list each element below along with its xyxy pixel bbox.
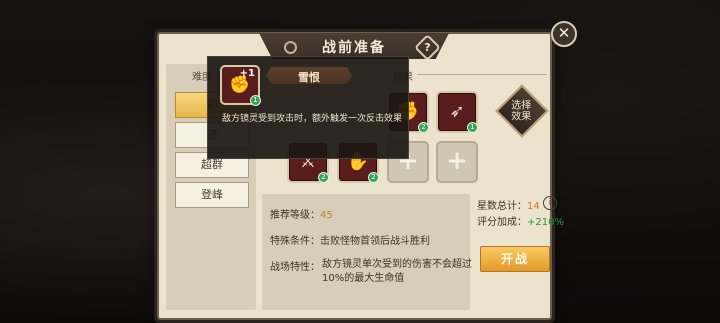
start-battle-button[interactable]: 开战: [480, 246, 550, 272]
score-bonus: 评分加成：+210%: [477, 213, 564, 228]
tooltip-plus: +1: [239, 68, 255, 79]
score-bonus-value: +210%: [527, 217, 564, 228]
recommended-level-value: 45: [320, 210, 333, 221]
effect-slot-2[interactable]: ➶ 1: [436, 91, 478, 133]
title-ornament-icon: [284, 41, 297, 54]
plus-icon: +: [446, 146, 468, 176]
level-badge: 1: [250, 95, 261, 106]
score-stats: 星数总计：14 i 评分加成：+210%: [473, 194, 564, 230]
stage-info-panel: 推荐等级：45 特殊条件：击败怪物首领后战斗胜利 战场特性： 敌方镜灵单次受到的…: [262, 194, 472, 310]
field-trait-label: 战场特性：: [270, 262, 320, 273]
special-condition: 特殊条件：击败怪物首领后战斗胜利: [270, 232, 430, 247]
level-badge: 2: [418, 122, 429, 133]
info-icon[interactable]: i: [543, 196, 557, 210]
tooltip-effect-icon: ✊ +1 1: [220, 65, 261, 106]
level-badge: 1: [467, 122, 478, 133]
empty-effect-slot-2[interactable]: +: [436, 141, 478, 183]
field-trait: 战场特性： 敌方镜灵单次受到的伤害不会超过10%的最大生命值: [270, 258, 472, 308]
special-condition-label: 特殊条件：: [270, 236, 320, 247]
choose-effect-label: 选择 效果: [511, 100, 532, 123]
effects-divider: [417, 74, 547, 75]
recommended-level: 推荐等级：45: [270, 206, 333, 221]
choose-effect-button[interactable]: 选择 效果: [495, 84, 549, 138]
recommended-level-label: 推荐等级：: [270, 210, 320, 221]
tooltip-name-banner: 雪恨: [266, 67, 352, 84]
difficulty-option-4[interactable]: 登峰: [175, 182, 249, 208]
level-badge: 2: [368, 172, 379, 183]
stars-total-label: 星数总计：: [477, 201, 527, 212]
score-bonus-label: 评分加成：: [477, 217, 527, 228]
special-condition-value: 击败怪物首领后战斗胜利: [320, 236, 430, 247]
stars-total: 星数总计：14: [477, 197, 540, 212]
stars-total-value: 14: [527, 201, 540, 212]
help-icon: ?: [424, 41, 431, 54]
effect-tooltip: ✊ +1 1 雪恨 敌方镜灵受到攻击时，额外触发一次反击效果: [207, 56, 409, 159]
tooltip-description: 敌方镜灵受到攻击时，额外触发一次反击效果: [222, 114, 403, 124]
tooltip-effect-name: 雪恨: [298, 71, 320, 84]
field-trait-value: 敌方镜灵单次受到的伤害不会超过10%的最大生命值: [322, 259, 472, 284]
close-button[interactable]: ✕: [551, 21, 577, 47]
level-badge: 2: [318, 172, 329, 183]
